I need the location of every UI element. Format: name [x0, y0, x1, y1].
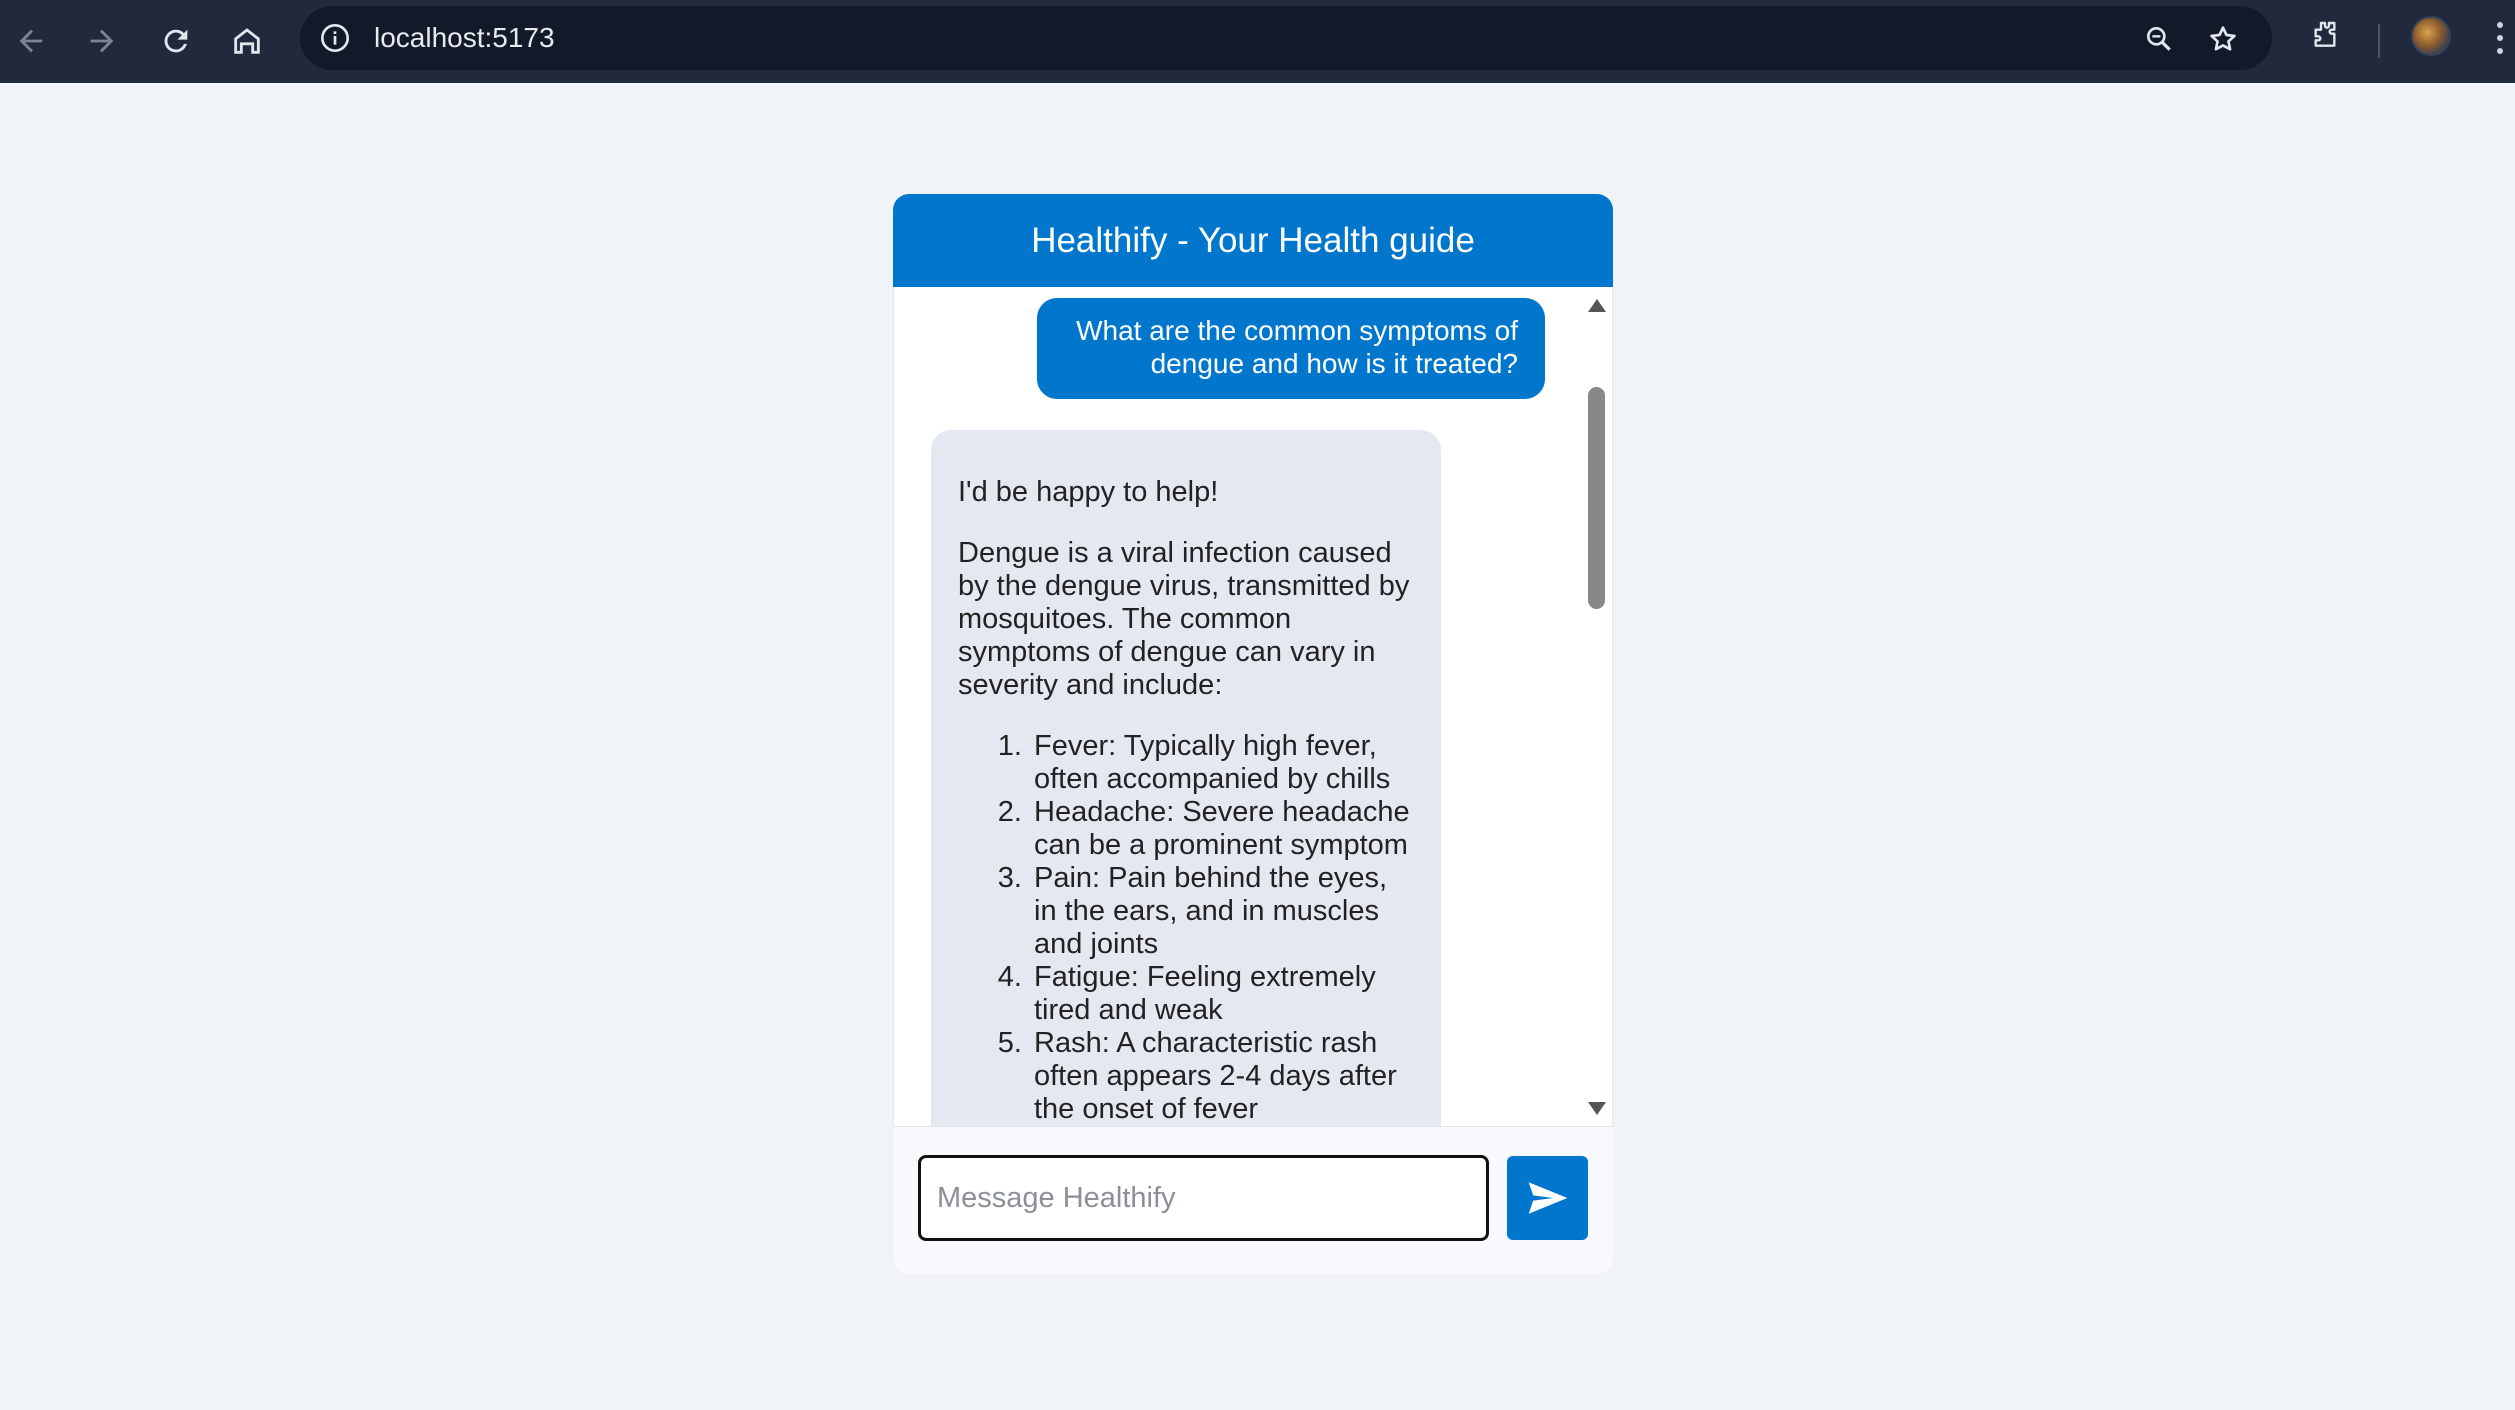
bot-message-bubble: I'd be happy to help! Dengue is a viral …	[931, 430, 1441, 1126]
extensions-icon[interactable]	[2306, 16, 2344, 54]
send-button[interactable]	[1507, 1156, 1588, 1240]
bot-message-paragraph: Dengue is a viral infection caused by th…	[958, 537, 1410, 701]
message-scrollbar[interactable]	[1582, 287, 1612, 1126]
home-button[interactable]	[218, 12, 276, 70]
reload-button[interactable]	[147, 12, 205, 70]
more-menu-icon[interactable]	[2490, 18, 2510, 58]
back-arrow-icon	[19, 29, 43, 53]
list-item: Pain: Pain behind the eyes, in the ears,…	[1030, 862, 1413, 961]
url-text[interactable]: localhost:5173	[374, 22, 555, 54]
user-message-text: What are the common symptoms of dengue a…	[1076, 315, 1518, 379]
chat-title: Healthify - Your Health guide	[1031, 220, 1475, 260]
back-button[interactable]	[2, 12, 60, 70]
chat-window: Healthify - Your Health guide What are t…	[893, 194, 1613, 1274]
profile-avatar[interactable]	[2411, 16, 2451, 56]
address-bar[interactable]: localhost:5173	[300, 6, 2272, 70]
zoom-icon[interactable]	[2140, 20, 2178, 58]
list-item: Fever: Typically high fever, often accom…	[1030, 730, 1413, 796]
site-info-icon[interactable]	[316, 19, 354, 57]
user-message-bubble: What are the common symptoms of dengue a…	[1037, 298, 1545, 399]
browser-toolbar: localhost:5173	[0, 0, 2515, 83]
scroll-down-arrow-icon[interactable]	[1588, 1102, 1606, 1115]
send-icon	[1528, 1182, 1567, 1214]
list-item: Headache: Severe headache can be a promi…	[1030, 796, 1413, 862]
symptom-list: Fever: Typically high fever, often accom…	[1002, 730, 1413, 1126]
message-input[interactable]	[918, 1155, 1489, 1241]
list-item: Rash: A characteristic rash often appear…	[1030, 1027, 1413, 1126]
home-icon	[234, 28, 260, 54]
bot-message-intro: I'd be happy to help!	[958, 476, 1219, 508]
bookmark-star-icon[interactable]	[2204, 20, 2242, 58]
composer	[893, 1127, 1613, 1274]
reload-icon	[164, 29, 188, 53]
forward-arrow-icon	[90, 29, 114, 53]
chat-header: Healthify - Your Health guide	[893, 194, 1613, 287]
scroll-up-arrow-icon[interactable]	[1588, 299, 1606, 312]
list-item: Fatigue: Feeling extremely tired and wea…	[1030, 961, 1413, 1027]
scroll-thumb[interactable]	[1588, 387, 1605, 609]
message-list[interactable]: What are the common symptoms of dengue a…	[893, 287, 1613, 1127]
forward-button[interactable]	[73, 12, 131, 70]
toolbar-divider	[2378, 24, 2380, 58]
